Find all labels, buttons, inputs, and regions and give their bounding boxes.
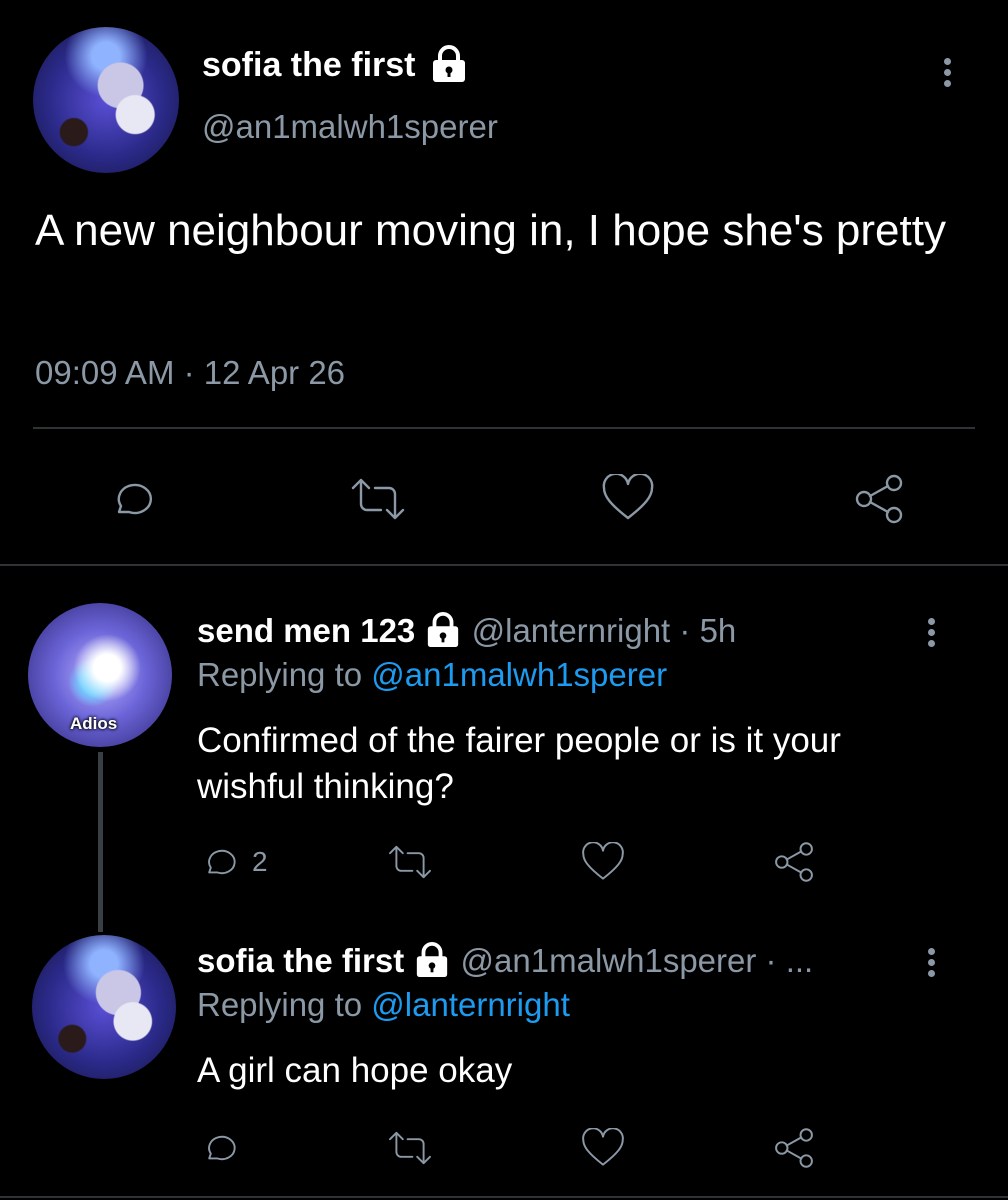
reply-header[interactable]: send men 123 @lanternright · 5h	[197, 612, 736, 650]
reply-icon[interactable]	[198, 1128, 238, 1168]
more-options-icon[interactable]	[944, 54, 951, 91]
replying-prefix: Replying to	[197, 986, 363, 1023]
avatar[interactable]	[32, 935, 176, 1079]
display-name: send men 123	[197, 612, 416, 649]
share-icon[interactable]	[772, 1126, 816, 1170]
relative-time: ...	[785, 942, 814, 979]
author-handle: @an1malwh1sperer	[460, 942, 757, 979]
section-divider	[0, 564, 1008, 566]
reply-icon[interactable]	[198, 842, 238, 882]
more-options-icon[interactable]	[928, 614, 935, 651]
mention-link[interactable]: @lanternright	[371, 986, 570, 1023]
share-icon[interactable]	[852, 472, 906, 526]
reply-count: 2	[252, 846, 268, 877]
like-icon[interactable]	[580, 1128, 626, 1170]
separator: ·	[679, 612, 691, 649]
lock-icon	[417, 942, 448, 978]
divider	[33, 427, 975, 429]
lock-icon	[428, 612, 459, 648]
separator: ·	[765, 942, 777, 979]
thread-line	[98, 752, 103, 932]
retweet-icon[interactable]	[343, 476, 413, 522]
retweet-icon[interactable]	[382, 1129, 438, 1167]
reply-icon[interactable]	[105, 474, 155, 524]
avatar-badge: Adios	[70, 714, 118, 733]
display-name: sofia the first	[197, 942, 405, 979]
reply-text: Confirmed of the fairer people or is it …	[197, 718, 841, 810]
retweet-icon[interactable]	[382, 843, 438, 881]
reply-text-line: wishful thinking?	[197, 767, 454, 806]
reply-text-line: Confirmed of the fairer people or is it …	[197, 721, 841, 760]
relative-time: 5h	[699, 612, 737, 649]
like-icon[interactable]	[600, 474, 656, 524]
replying-to: Replying to @an1malwh1sperer	[197, 656, 667, 694]
display-name: sofia the first	[202, 46, 416, 84]
share-icon[interactable]	[772, 840, 816, 884]
reply-header[interactable]: sofia the first @an1malwh1sperer · ...	[197, 942, 813, 980]
author-handle: @lanternright	[471, 612, 671, 649]
replying-to: Replying to @lanternright	[197, 986, 570, 1024]
tweet-text: A new neighbour moving in, I hope she's …	[35, 206, 946, 255]
replying-prefix: Replying to	[197, 656, 363, 693]
author-name[interactable]: sofia the first	[202, 45, 469, 85]
tweet-timestamp[interactable]: 09:09 AM · 12 Apr 26	[35, 354, 345, 392]
like-icon[interactable]	[580, 842, 626, 884]
lock-icon	[432, 45, 465, 83]
bottom-divider	[0, 1196, 1008, 1198]
avatar[interactable]	[33, 27, 179, 173]
reply-text: A girl can hope okay	[197, 1051, 513, 1090]
author-handle[interactable]: @an1malwh1sperer	[202, 108, 498, 146]
more-options-icon[interactable]	[928, 944, 935, 981]
mention-link[interactable]: @an1malwh1sperer	[371, 656, 667, 693]
